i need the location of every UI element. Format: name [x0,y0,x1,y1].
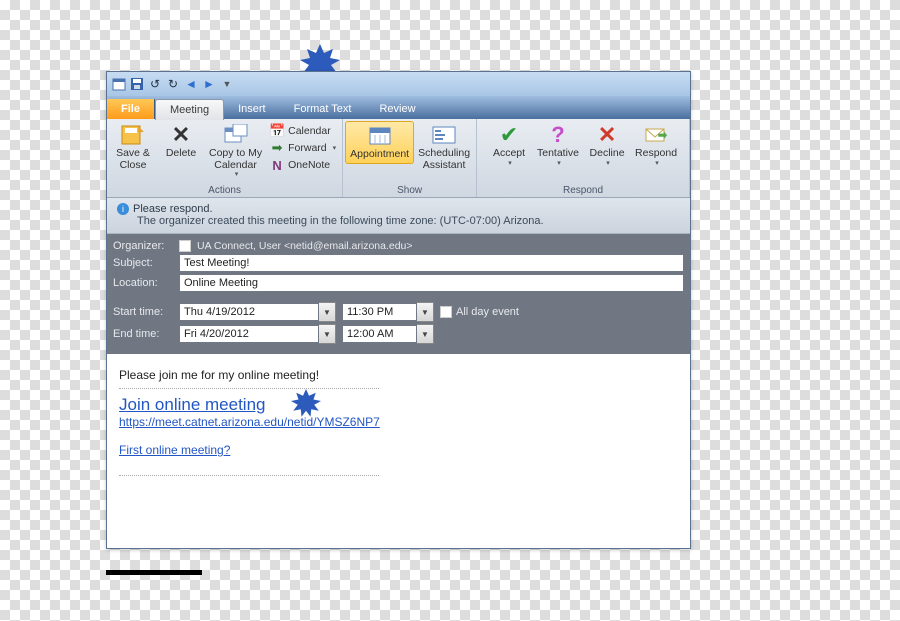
info-timezone-text: The organizer created this meeting in th… [117,215,680,227]
onenote-icon: N [270,158,284,172]
group-label-respond: Respond [479,185,687,197]
respond-icon [642,123,670,147]
location-label: Location: [113,277,173,289]
start-time-dropdown[interactable]: ▼ [417,302,434,322]
group-label-show: Show [345,185,474,197]
qat-dropdown-icon[interactable]: ▼ [219,76,235,92]
organizer-label: Organizer: [113,240,173,252]
save-icon[interactable] [129,76,145,92]
save-close-icon [119,123,147,147]
next-icon[interactable]: ► [201,76,217,92]
tab-meeting[interactable]: Meeting [155,99,224,120]
quick-access-toolbar: ↺ ↻ ◄ ► ▼ [107,72,690,96]
decline-button[interactable]: ✕ Decline [583,121,631,169]
delete-button[interactable]: ✕ Delete [157,121,205,162]
allday-label: All day event [456,306,519,318]
body-intro-text: Please join me for my online meeting! [119,368,678,382]
tab-insert[interactable]: Insert [224,99,280,119]
group-label-actions: Actions [109,185,340,197]
tentative-button[interactable]: ? Tentative [533,121,583,169]
location-input[interactable] [179,274,684,292]
outlook-meeting-window: ↺ ↻ ◄ ► ▼ File Meeting Insert Format Tex… [106,71,691,549]
delete-icon: ✕ [167,123,195,147]
group-show: Appointment Scheduling Assistant Show [343,119,477,197]
info-icon: i [117,203,129,215]
info-respond-text: Please respond. [133,203,213,215]
ribbon-tabs: File Meeting Insert Format Text Review [107,96,690,119]
tentative-icon: ? [544,123,572,147]
accept-button[interactable]: ✔ Accept [485,121,533,169]
meeting-url-link[interactable]: https://meet.catnet.arizona.edu/netid/YM… [119,415,380,429]
subject-label: Subject: [113,257,173,269]
decline-icon: ✕ [593,123,621,147]
meeting-body[interactable]: Please join me for my online meeting! Jo… [107,354,690,548]
meeting-fields: Organizer: UA Connect, User <netid@email… [107,234,690,354]
start-time-input[interactable] [342,303,417,321]
info-bar: i Please respond. The organizer created t… [107,198,690,234]
group-respond: ✔ Accept ? Tentative ✕ Decline Respond R… [477,119,690,197]
forward-mini-icon: ➡ [270,141,284,155]
accept-icon: ✔ [495,123,523,147]
tab-file[interactable]: File [107,99,155,119]
redo-icon[interactable]: ↻ [165,76,181,92]
copy-to-calendar-button[interactable]: Copy to My Calendar [205,121,266,181]
body-divider-2 [119,475,379,476]
annotation-starburst-body [291,389,321,422]
body-divider [119,388,379,389]
appointment-button[interactable]: Appointment [345,121,414,164]
tab-format-text[interactable]: Format Text [280,99,366,119]
calendar-icon[interactable] [111,76,127,92]
end-time-label: End time: [113,328,173,340]
respond-button[interactable]: Respond [631,121,681,169]
forward-mini-button[interactable]: ➡Forward [268,140,338,156]
subject-input[interactable] [179,254,684,272]
underline-decoration [106,570,202,575]
save-close-button[interactable]: Save & Close [109,121,157,173]
join-meeting-link[interactable]: Join online meeting [119,395,265,414]
end-time-input[interactable] [342,325,417,343]
group-actions: Save & Close ✕ Delete Copy to My Calenda… [107,119,343,197]
appointment-icon [366,124,394,148]
start-date-dropdown[interactable]: ▼ [319,302,336,322]
scheduling-icon [430,123,458,147]
organizer-value: UA Connect, User <netid@email.arizona.ed… [197,240,413,252]
copy-calendar-icon [222,123,250,147]
start-date-input[interactable] [179,303,319,321]
end-time-dropdown[interactable]: ▼ [417,324,434,344]
end-date-input[interactable] [179,325,319,343]
scheduling-assistant-button[interactable]: Scheduling Assistant [414,121,474,173]
ribbon: Save & Close ✕ Delete Copy to My Calenda… [107,119,690,198]
undo-icon[interactable]: ↺ [147,76,163,92]
organizer-checkbox[interactable] [179,240,191,252]
calendar-mini-icon: 📅 [270,124,284,138]
calendar-mini-button[interactable]: 📅Calendar [268,123,338,139]
previous-icon[interactable]: ◄ [183,76,199,92]
onenote-mini-button[interactable]: NOneNote [268,157,338,173]
start-time-label: Start time: [113,306,173,318]
first-meeting-link[interactable]: First online meeting? [119,443,230,457]
end-date-dropdown[interactable]: ▼ [319,324,336,344]
allday-checkbox[interactable] [440,306,452,318]
tab-review[interactable]: Review [365,99,429,119]
